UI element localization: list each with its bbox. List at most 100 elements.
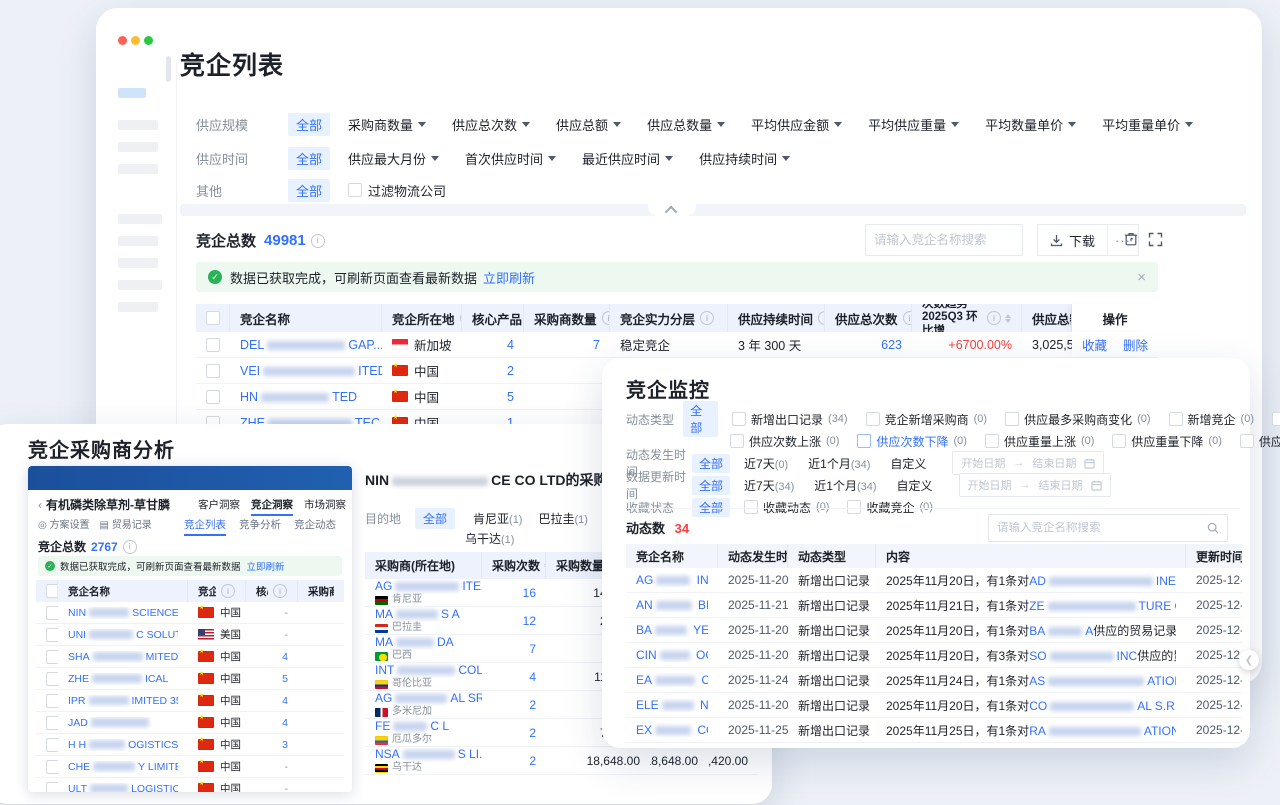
mini-competitor-row[interactable]: H HOGISTICS C...中国3 [36, 734, 344, 756]
monitor-type-checkbox[interactable]: 收藏动态(0) [744, 499, 829, 516]
sidebar-skeleton-item[interactable] [118, 120, 158, 130]
competitor-name-link[interactable]: CHEY LIMITED [68, 761, 178, 773]
sidebar-skeleton-item[interactable] [118, 88, 146, 98]
monitor-type-checkbox[interactable]: 供应重量下降(0) [1112, 433, 1221, 450]
competitor-name-link[interactable]: DELGAP... [240, 338, 382, 352]
monitor-type-checkbox[interactable]: 供应数量上涨(0) [1240, 433, 1280, 450]
mini-competitor-row[interactable]: JAD中国4 [36, 712, 344, 734]
buyer-count-link[interactable]: 7 [593, 338, 600, 352]
checkbox[interactable] [46, 694, 58, 708]
competitor-name-link[interactable]: NINSCIENCE C... [68, 607, 178, 619]
clear-history-button[interactable] [1120, 228, 1142, 250]
mini-subtab-1[interactable]: 竞争分析 [239, 517, 281, 536]
monitor-row[interactable]: AG INT...2025-11-20新增出口记录2025年11月20日，有1条… [626, 568, 1242, 593]
competitor-name-link[interactable]: EX CO... [636, 723, 708, 737]
checkbox[interactable] [46, 760, 58, 774]
purchase-times-link[interactable]: 2 [529, 754, 536, 768]
purchase-times-link[interactable]: 4 [529, 670, 536, 684]
filter-all-chip[interactable]: 全部 [692, 476, 730, 495]
filter-all-chip[interactable]: 全部 [692, 454, 730, 473]
mini-breadcrumb[interactable]: ‹ 有机磷类除草剂-草甘膦 [38, 496, 170, 513]
panel-collapse-handle[interactable]: ❮ [1239, 650, 1259, 670]
monitor-type-checkbox[interactable]: 新增竞企(0) [1169, 411, 1254, 428]
checkbox[interactable] [46, 650, 58, 664]
checkbox[interactable] [1240, 434, 1254, 448]
purchase-times-link[interactable]: 12 [523, 614, 536, 628]
competitor-name-link[interactable]: H HOGISTICS C... [68, 739, 178, 751]
checkbox[interactable] [46, 628, 58, 642]
filter-all-chip[interactable]: 全部 [288, 113, 330, 136]
competitor-name-link[interactable]: AN BIO... [636, 598, 708, 612]
mini-competitor-row[interactable]: NINSCIENCE C...中国- [36, 602, 344, 624]
mini-competitor-row[interactable]: IPRIMITED 35...中国4 [36, 690, 344, 712]
checkbox[interactable] [46, 606, 58, 620]
mini-tab-2[interactable]: 市场洞察 [304, 497, 346, 516]
checkbox[interactable] [348, 183, 362, 197]
custom-range-option[interactable]: 自定义 [897, 477, 933, 494]
filter-dropdown[interactable]: 供应最大月份 [348, 149, 439, 168]
sidebar-skeleton-item[interactable] [118, 142, 158, 152]
monitor-type-checkbox[interactable]: 供应金额上涨(0) [1272, 411, 1280, 428]
sort-icon[interactable] [1005, 314, 1011, 323]
monitor-search-input[interactable] [989, 522, 1207, 534]
checkbox[interactable] [985, 434, 999, 448]
checkbox[interactable] [46, 672, 58, 686]
monitor-row[interactable]: EX CO...2025-11-25新增出口记录2025年11月25日，有1条对… [626, 718, 1242, 743]
checkbox[interactable] [46, 584, 58, 598]
filter-all-chip[interactable]: 全部 [288, 147, 330, 170]
core-product-link[interactable]: 4 [282, 651, 288, 663]
purchaser-name-link[interactable]: INTCOLO... [375, 663, 482, 678]
destination-option[interactable]: 巴拉圭(1) [538, 510, 587, 527]
custom-range-option[interactable]: 自定义 [890, 455, 926, 472]
time-range-option[interactable]: 近7天(34) [744, 477, 794, 494]
monitor-type-checkbox[interactable]: 供应重量上涨(0) [985, 433, 1094, 450]
company-search-input[interactable] [866, 233, 1043, 247]
purchaser-name-link[interactable]: AGITED [375, 579, 482, 594]
checkbox[interactable] [206, 311, 220, 325]
minimize-window-button[interactable] [131, 36, 140, 45]
destination-option[interactable]: 肯尼亚(1) [473, 510, 522, 527]
monitor-row[interactable]: BA YER ...2025-11-20新增出口记录2025年11月20日，有1… [626, 618, 1242, 643]
monitor-row[interactable]: ELE NDU...2025-11-20新增出口记录2025年11月20日，有1… [626, 693, 1242, 718]
checkbox[interactable] [1005, 412, 1019, 426]
checkbox[interactable] [206, 390, 220, 404]
competitor-name-link[interactable]: ZHEICAL [68, 673, 168, 685]
competitor-name-link[interactable]: ULTLOGISTICS ... [68, 783, 178, 793]
delete-button[interactable]: 删除 [1123, 335, 1148, 354]
supply-times-link[interactable]: 623 [881, 338, 902, 352]
mini-refresh-link[interactable]: 立即刷新 [247, 559, 285, 573]
core-product-link[interactable]: 3 [282, 739, 288, 751]
close-window-button[interactable] [118, 36, 127, 45]
filter-dropdown[interactable]: 供应总次数 [452, 115, 530, 134]
checkbox[interactable] [1169, 412, 1183, 426]
competitor-name-link[interactable]: CIN OGIS... [636, 648, 708, 662]
purchase-times-link[interactable]: 2 [529, 698, 536, 712]
checkbox[interactable] [744, 500, 758, 514]
filter-dropdown[interactable]: 供应持续时间 [699, 149, 790, 168]
core-product-link[interactable]: 4 [282, 717, 288, 729]
checkbox[interactable] [1272, 412, 1280, 426]
purchaser-name-link[interactable]: AGAL SRL [375, 691, 482, 706]
sidebar-skeleton-item[interactable] [118, 214, 162, 224]
competitor-row[interactable]: DELGAP...新加坡47稳定竞企3 年 300 天623+6700.00%3… [196, 332, 1158, 358]
time-range-option[interactable]: 近1个月(34) [814, 477, 876, 494]
core-product-link[interactable]: 4 [282, 695, 288, 707]
competitor-name-link[interactable]: IPRIMITED 35... [68, 695, 178, 707]
core-product-link[interactable]: 5 [282, 673, 288, 685]
filter-all-chip[interactable]: 全部 [415, 508, 455, 529]
time-range-option[interactable]: 近7天(0) [744, 455, 788, 472]
checkbox[interactable] [206, 364, 220, 378]
checkbox[interactable] [866, 412, 880, 426]
close-icon[interactable]: × [1137, 270, 1146, 285]
mini-competitor-row[interactable]: SHAMITED中国4 [36, 646, 344, 668]
sidebar-skeleton-item[interactable] [118, 236, 158, 246]
competitor-name-link[interactable]: BA YER ... [636, 623, 708, 637]
mini-subtab-0[interactable]: 竞企列表 [184, 517, 226, 536]
checkbox[interactable] [206, 338, 220, 352]
zoom-window-button[interactable] [144, 36, 153, 45]
filter-dropdown[interactable]: 平均供应重量 [868, 115, 959, 134]
purchaser-name-link[interactable]: MAS A [375, 607, 460, 622]
core-product-link[interactable]: 2 [507, 364, 514, 378]
fullscreen-button[interactable] [1144, 228, 1166, 250]
checkbox[interactable] [46, 716, 58, 730]
